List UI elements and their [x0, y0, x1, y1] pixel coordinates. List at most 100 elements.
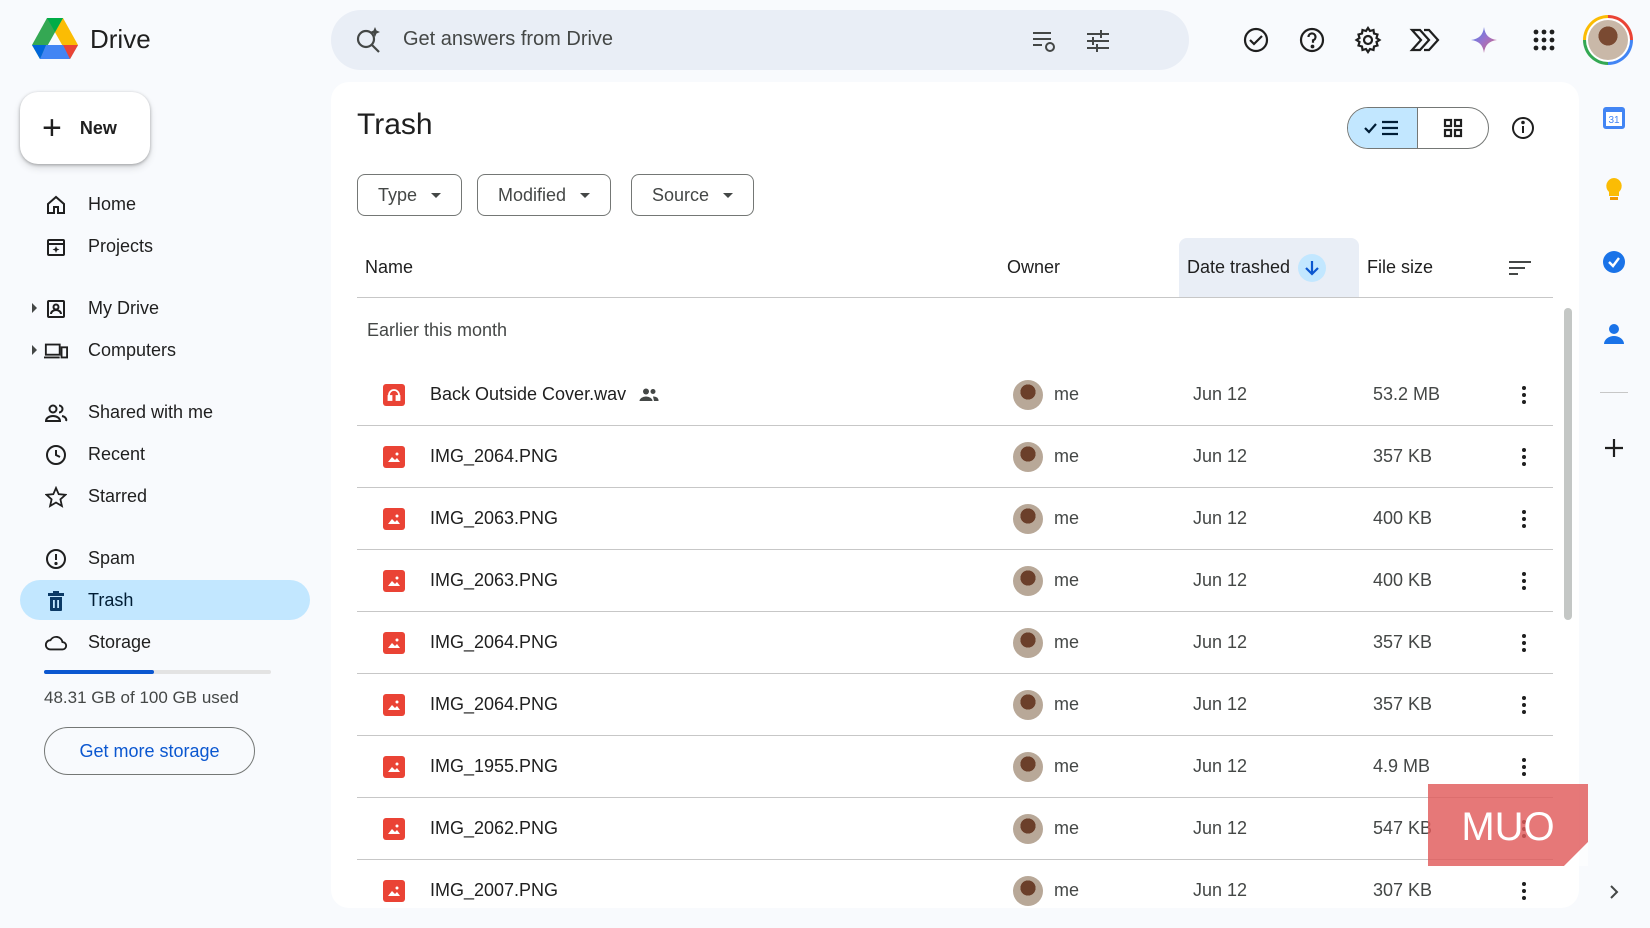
table-row[interactable]: IMG_2007.PNG me Jun 12 307 KB — [357, 860, 1553, 908]
sidebar-item-shared-with-me[interactable]: Shared with me — [20, 392, 310, 432]
date-trashed: Jun 12 — [1193, 570, 1248, 590]
sidebar-item-computers[interactable]: Computers — [20, 330, 310, 370]
table-row[interactable]: IMG_2064.PNG me Jun 12 357 KB — [357, 674, 1553, 736]
gemini-icon[interactable] — [1464, 20, 1504, 60]
owner-avatar — [1013, 628, 1043, 658]
file-size: 400 KB — [1373, 508, 1433, 528]
trash-icon — [44, 589, 68, 613]
sidebar-item-trash[interactable]: Trash — [20, 580, 310, 620]
more-actions-icon[interactable] — [1509, 442, 1539, 472]
table-row[interactable]: Back Outside Cover.wav me Jun 12 53.2 MB — [357, 364, 1553, 426]
more-actions-icon[interactable] — [1509, 752, 1539, 782]
keep-icon[interactable] — [1600, 176, 1628, 204]
file-name: IMG_2062.PNG — [430, 818, 559, 838]
file-size: 307 KB — [1373, 880, 1433, 900]
storage-usage-bar — [44, 670, 271, 674]
file-size: 400 KB — [1373, 570, 1433, 590]
sidebar-item-recent[interactable]: Recent — [20, 434, 310, 474]
new-button[interactable]: + New — [20, 92, 150, 164]
owner-avatar — [1013, 566, 1043, 596]
owner-avatar — [1013, 442, 1043, 472]
more-actions-icon[interactable] — [1509, 566, 1539, 596]
more-actions-icon[interactable] — [1509, 628, 1539, 658]
table-row[interactable]: IMG_2063.PNG me Jun 12 400 KB — [357, 488, 1553, 550]
tasks-icon[interactable] — [1600, 248, 1628, 276]
column-header-name[interactable]: Name — [365, 238, 413, 297]
view-toggle — [1347, 107, 1489, 149]
more-actions-icon[interactable] — [1509, 504, 1539, 534]
table-row[interactable]: IMG_2063.PNG me Jun 12 400 KB — [357, 550, 1553, 612]
table-row[interactable]: IMG_1955.PNG me Jun 12 4.9 MB — [357, 736, 1553, 798]
type-filter-chip[interactable]: Type — [357, 174, 463, 216]
owner-avatar — [1013, 690, 1043, 720]
owner: me — [1054, 756, 1080, 776]
search-input[interactable]: Get answers from Drive — [403, 28, 613, 51]
scrollbar[interactable] — [1564, 308, 1572, 620]
sidebar-item-storage[interactable]: Storage — [20, 622, 310, 662]
image-file-icon — [383, 508, 405, 530]
filter-tune-icon[interactable] — [1083, 26, 1113, 56]
settings-icon[interactable] — [1348, 20, 1388, 60]
page-title: Trash — [357, 108, 433, 141]
search-options-icon[interactable] — [1029, 26, 1059, 56]
table-header: Name Owner Date trashed File size — [357, 238, 1553, 298]
sidebar-item-spam[interactable]: Spam — [20, 538, 310, 578]
more-actions-icon[interactable] — [1509, 690, 1539, 720]
owner: me — [1054, 446, 1080, 466]
table-row[interactable]: IMG_2064.PNG me Jun 12 357 KB — [357, 426, 1553, 488]
file-name: IMG_2064.PNG — [430, 446, 559, 466]
owner: me — [1054, 570, 1080, 590]
image-file-icon — [383, 756, 405, 778]
top-bar: Drive Get answers from Drive — [0, 0, 1650, 82]
owner-avatar — [1013, 876, 1043, 906]
projects-icon — [44, 235, 68, 259]
gemini-extensions-icon[interactable] — [1404, 20, 1444, 60]
modified-filter-chip[interactable]: Modified — [477, 174, 612, 216]
more-actions-icon[interactable] — [1509, 876, 1539, 906]
source-filter-chip[interactable]: Source — [631, 174, 755, 216]
contacts-icon[interactable] — [1600, 320, 1628, 348]
table-row[interactable]: IMG_2064.PNG me Jun 12 357 KB — [357, 612, 1553, 674]
column-header-date-trashed[interactable]: Date trashed — [1179, 238, 1359, 297]
get-more-storage-button[interactable]: Get more storage — [44, 727, 255, 775]
expand-arrow-icon[interactable] — [32, 345, 37, 355]
search-sparkle-icon — [353, 24, 385, 56]
help-icon[interactable] — [1292, 20, 1332, 60]
date-trashed: Jun 12 — [1193, 880, 1248, 900]
grid-view-button[interactable] — [1418, 108, 1488, 148]
account-avatar[interactable] — [1583, 15, 1633, 65]
sort-options-icon[interactable] — [1507, 238, 1533, 297]
sort-descending-icon[interactable] — [1298, 253, 1327, 282]
more-actions-icon[interactable] — [1509, 380, 1539, 410]
muo-watermark: MUO — [1428, 784, 1588, 866]
search-bar[interactable]: Get answers from Drive — [331, 10, 1189, 70]
drive-logo[interactable]: Drive — [32, 18, 151, 60]
file-size: 357 KB — [1373, 446, 1433, 466]
star-icon — [44, 485, 68, 509]
column-header-owner[interactable]: Owner — [1007, 238, 1060, 297]
image-file-icon — [383, 818, 405, 840]
add-addon-icon[interactable] — [1600, 434, 1628, 462]
chevron-right-icon[interactable] — [1600, 878, 1628, 906]
watermark-text: MUO — [1461, 805, 1554, 849]
info-icon[interactable] — [1507, 112, 1539, 144]
sidebar-item-my-drive[interactable]: My Drive — [20, 288, 310, 328]
sidebar-item-starred[interactable]: Starred — [20, 476, 310, 516]
table-row[interactable]: IMG_2062.PNG me Jun 12 547 KB — [357, 798, 1553, 860]
apps-grid-icon[interactable] — [1524, 20, 1564, 60]
ready-for-offline-icon[interactable] — [1236, 20, 1276, 60]
list-view-icon — [1363, 120, 1398, 136]
calendar-icon[interactable]: 31 — [1600, 104, 1628, 132]
expand-arrow-icon[interactable] — [32, 303, 37, 313]
image-file-icon — [383, 446, 405, 468]
column-header-file-size[interactable]: File size — [1367, 238, 1433, 297]
file-name: IMG_1955.PNG — [430, 756, 559, 776]
home-icon — [44, 193, 68, 217]
list-view-button[interactable] — [1348, 108, 1418, 148]
file-list: Back Outside Cover.wav me Jun 12 53.2 MB… — [357, 364, 1553, 908]
sidebar-item-projects[interactable]: Projects — [20, 226, 310, 266]
sidebar-item-home[interactable]: Home — [20, 184, 310, 224]
owner-avatar — [1013, 380, 1043, 410]
cloud-icon — [44, 631, 68, 655]
image-file-icon — [383, 632, 405, 654]
